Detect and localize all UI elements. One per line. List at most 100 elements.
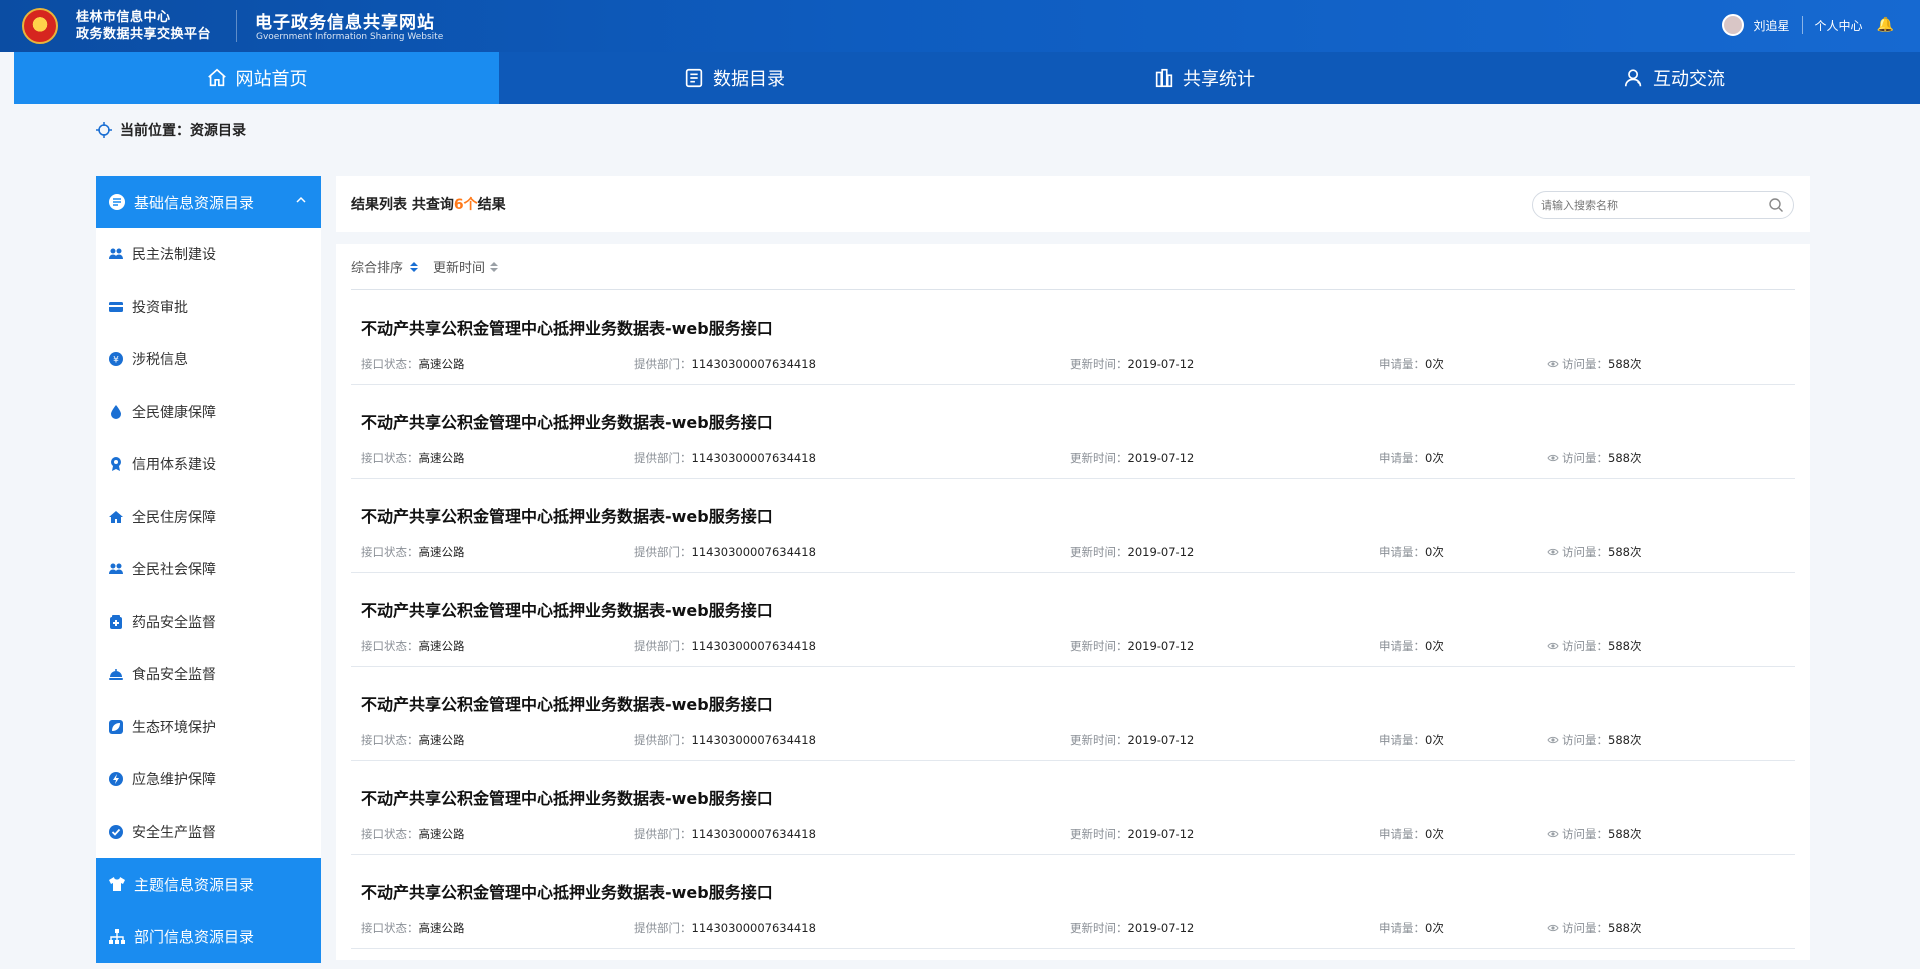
org-line1: 桂林市信息中心 [76,10,171,25]
shield-check-icon [109,824,123,839]
meta-status: 接口状态：高速公路 [361,826,465,842]
nav-item-catalog[interactable]: 数据目录 [499,52,969,104]
meta-value: 2019-07-12 [1127,545,1195,559]
result-row[interactable]: 不动产共享公积金管理中心抵押业务数据表-web服务接口 接口状态：高速公路 提供部门… [351,667,1795,761]
sidebar-item-food-safety[interactable]: 食品安全监督 [96,648,321,701]
meta-updated: 更新时间：2019-07-12 [1070,826,1194,842]
meta-status: 接口状态：高速公路 [361,544,465,560]
result-title[interactable]: 不动产共享公积金管理中心抵押业务数据表-web服务接口 [361,879,773,903]
sidebar-group-basic[interactable]: 基础信息资源目录 [96,176,321,228]
nav-item-statistics[interactable]: 共享统计 [969,52,1439,104]
meta-value: 11430300007634418 [691,921,816,935]
meta-value: 588次 [1608,921,1642,935]
result-title[interactable]: 不动产共享公积金管理中心抵押业务数据表-web服务接口 [361,597,773,621]
sidebar-item-tax-info[interactable]: ¥ 涉税信息 [96,333,321,386]
meta-label: 访问量： [1562,921,1608,935]
chevron-up-icon[interactable] [295,194,307,206]
result-row[interactable]: 不动产共享公积金管理中心抵押业务数据表-web服务接口接口状态：高速公路 提供部门… [351,761,1795,855]
avatar[interactable] [1721,14,1744,36]
meta-value: 0次 [1425,921,1444,935]
result-title[interactable]: 不动产共享公积金管理中心抵押业务数据表-web服务接口 [361,785,773,809]
meta-value: 588次 [1608,357,1642,371]
sidebar-item-investment-approval[interactable]: 投资审批 [96,281,321,334]
sidebar-item-credit[interactable]: 信用体系建设 [96,438,321,491]
result-row[interactable]: 不动产共享公积金管理中心抵押业务数据表-web服务接口 接口状态：高速公路 提供部门… [351,291,1795,385]
meta-label: 访问量： [1562,639,1608,653]
sidebar-item-drug-safety[interactable]: 药品安全监督 [96,596,321,649]
meta-label: 接口状态： [361,827,419,841]
sort-updated-time[interactable]: 更新时间 [433,257,499,276]
meta-value: 588次 [1608,733,1642,747]
org-chart-icon [109,928,125,944]
meta-applications: 申请量：0次 [1379,450,1444,466]
meta-status: 接口状态：高速公路 [361,920,465,936]
leaf-icon [109,719,123,734]
meta-value: 高速公路 [418,921,465,935]
search-icon[interactable] [1768,197,1784,213]
meta-dept: 提供部门：11430300007634418 [634,544,816,560]
nav-label: 互动交流 [1653,69,1725,90]
meta-label: 申请量： [1379,545,1425,559]
meta-label: 申请量： [1379,827,1425,841]
sort-comprehensive[interactable]: 综合排序 [351,257,419,276]
result-row[interactable]: 不动产共享公积金管理中心抵押业务数据表-web服务接口接口状态：高速公路 提供部门… [351,479,1795,573]
meta-label: 接口状态： [361,639,419,653]
sidebar-item-label: 投资审批 [132,299,188,316]
meta-dept: 提供部门：11430300007634418 [634,638,816,654]
sidebar-item-environment[interactable]: 生态环境保护 [96,701,321,754]
meta-label: 访问量： [1562,451,1608,465]
badge-icon [111,457,121,472]
meta-value: 11430300007634418 [691,733,816,747]
username[interactable]: 刘追星 [1754,17,1790,34]
sidebar-item-label: 涉税信息 [132,352,188,369]
sidebar-group-department[interactable]: 部门信息资源目录 [96,910,321,963]
meta-label: 更新时间： [1070,733,1128,747]
breadcrumb: 当前位置：资源目录 [96,120,246,140]
meta-applications: 申请量：0次 [1379,826,1444,842]
nav-item-home[interactable]: 网站首页 [14,52,499,104]
sidebar-item-label: 全民健康保障 [132,404,216,421]
meta-label: 提供部门： [634,827,692,841]
meta-value: 2019-07-12 [1127,827,1195,841]
result-title[interactable]: 不动产共享公积金管理中心抵押业务数据表-web服务接口 [361,691,773,715]
result-title[interactable]: 不动产共享公积金管理中心抵押业务数据表-web服务接口 [361,315,773,339]
sort-label: 更新时间 [433,261,486,276]
result-title[interactable]: 不动产共享公积金管理中心抵押业务数据表-web服务接口 [361,503,773,527]
meta-label: 接口状态： [361,451,419,465]
sort-label: 综合排序 [351,261,404,276]
meta-label: 访问量： [1562,733,1608,747]
eye-icon [1547,830,1559,838]
sidebar-item-health[interactable]: 全民健康保障 [96,386,321,439]
card-icon [109,301,123,312]
meta-value: 0次 [1425,827,1444,841]
nav-item-interaction[interactable]: 互动交流 [1439,52,1909,104]
personal-center-link[interactable]: 个人中心 [1815,17,1863,34]
bell-icon[interactable]: 🔔 [1877,17,1894,33]
result-row[interactable]: 不动产共享公积金管理中心抵押业务数据表-web服务接口接口状态：高速公路 提供部门… [351,855,1795,949]
user-chat-icon [1624,69,1642,87]
sidebar-group-label: 主题信息资源目录 [134,875,255,894]
result-title[interactable]: 不动产共享公积金管理中心抵押业务数据表-web服务接口 [361,409,773,433]
meta-label: 访问量： [1562,827,1608,841]
search-input[interactable] [1532,191,1794,219]
sort-arrows-icon [490,261,499,272]
sidebar-item-emergency[interactable]: 应急维护保障 [96,753,321,806]
sidebar-item-social-security[interactable]: 全民社会保障 [96,543,321,596]
drop-icon [111,404,121,419]
sidebar-item-production-safety[interactable]: 安全生产监督 [96,806,321,859]
sidebar-item-housing[interactable]: 全民住房保障 [96,491,321,544]
meta-label: 访问量： [1562,545,1608,559]
meta-dept: 提供部门：11430300007634418 [634,920,816,936]
main-nav: 网站首页 数据目录 共享统计 互动交流 [14,52,1920,104]
meta-value: 0次 [1425,545,1444,559]
result-row[interactable]: 不动产共享公积金管理中心抵押业务数据表-web服务接口接口状态：高速公路 提供部门… [351,573,1795,667]
sidebar-item-democracy-law[interactable]: 民主法制建设 [96,228,321,281]
result-count: 6个 [453,197,478,213]
sidebar-group-theme[interactable]: 主题信息资源目录 [96,858,321,911]
meta-value: 高速公路 [418,639,465,653]
meta-visits: 访问量：588次 [1547,638,1641,654]
result-row[interactable]: 不动产共享公积金管理中心抵押业务数据表-web服务接口 接口状态：高速公路 提供部门… [351,385,1795,479]
meta-value: 2019-07-12 [1127,921,1195,935]
eye-icon [1547,548,1559,556]
sidebar-item-label: 药品安全监督 [132,614,216,631]
